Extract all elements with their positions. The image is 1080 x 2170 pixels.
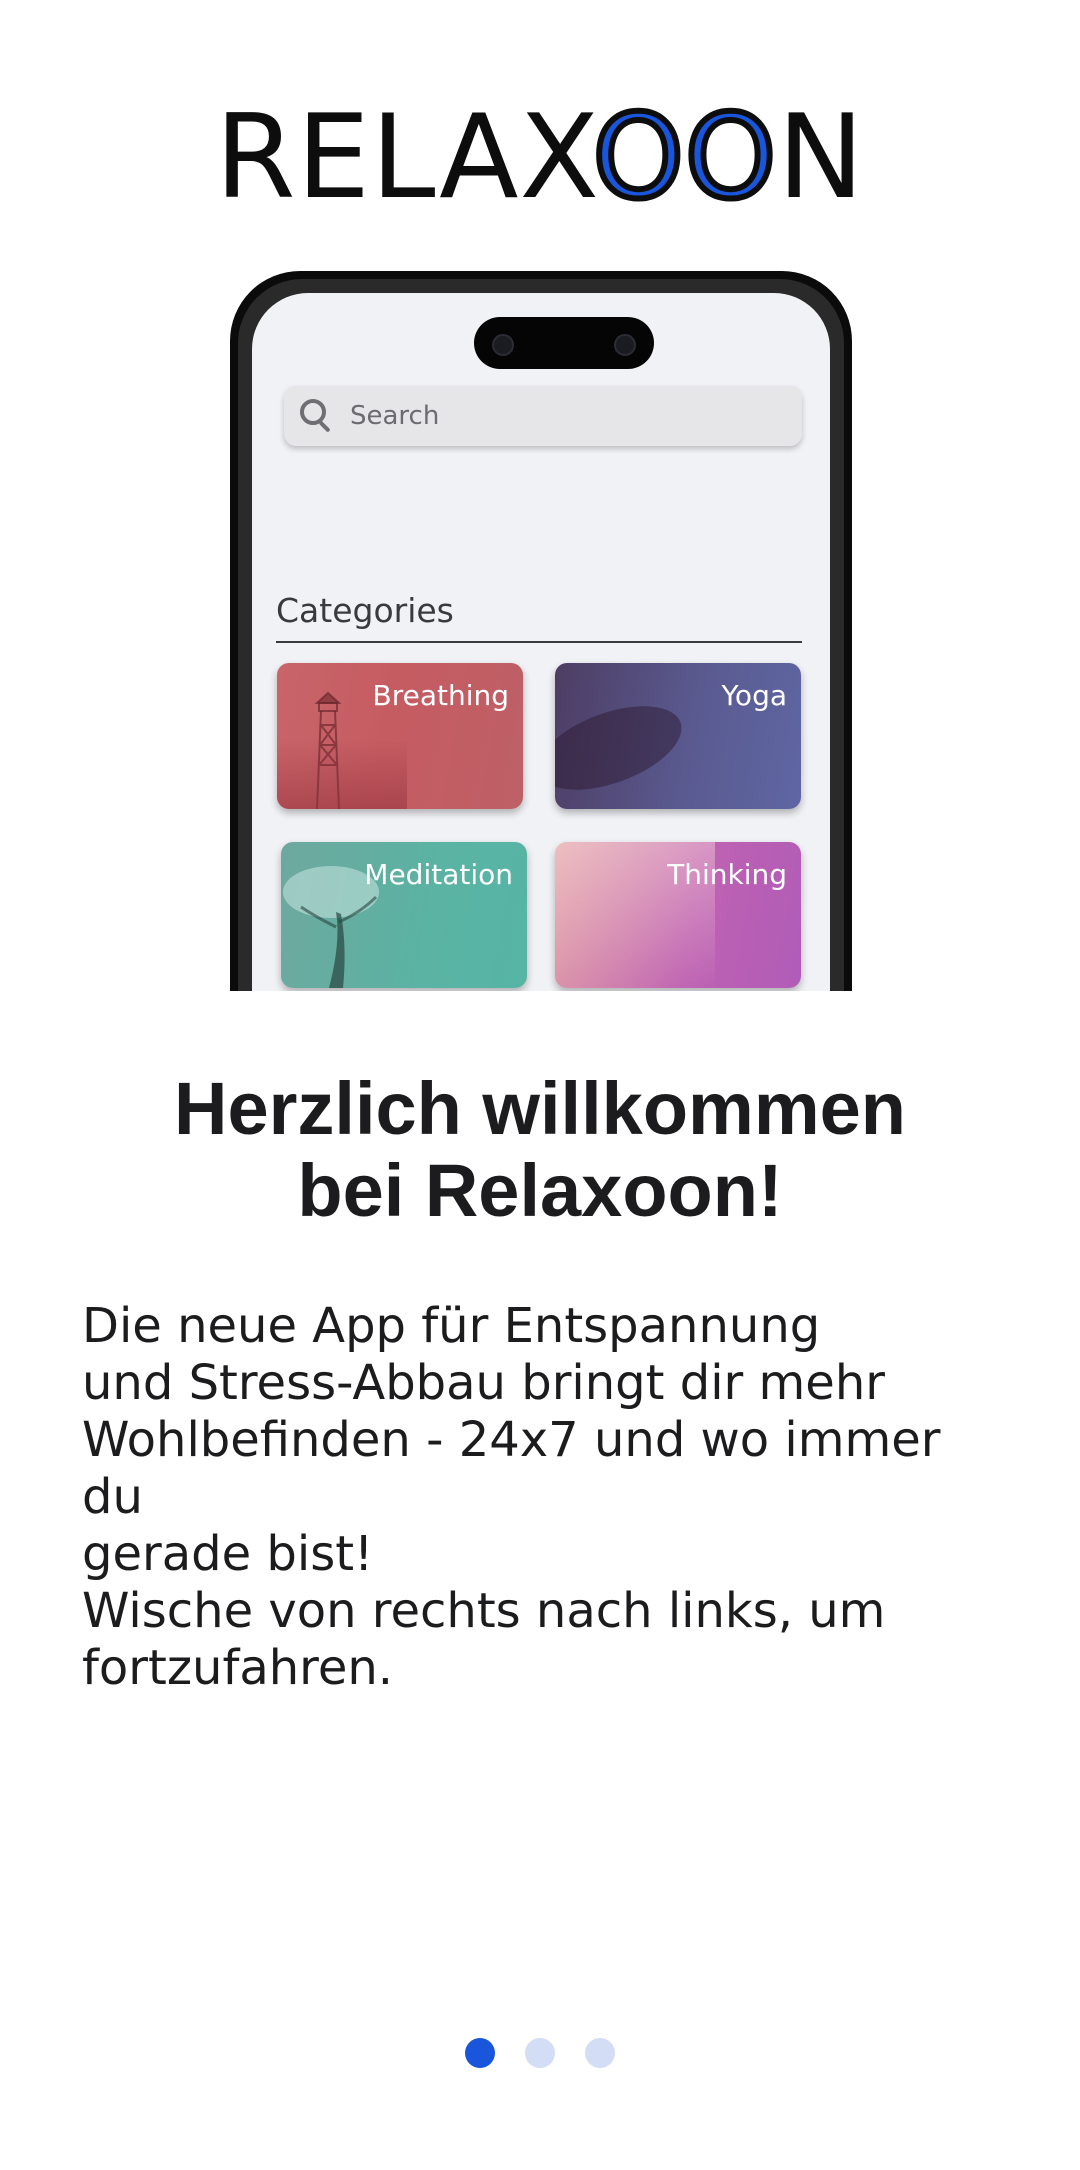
page-dot-3[interactable] — [585, 2038, 615, 2068]
mockup-card-label: Thinking — [667, 858, 787, 891]
intro-line: Wohlbefinden - 24x7 und wo immer du — [82, 1412, 941, 1525]
mockup-card-thinking: Thinking — [555, 842, 801, 988]
mockup-card-label: Breathing — [372, 679, 509, 712]
mockup-search-placeholder: Search — [350, 401, 440, 431]
intro-line: Die neue App für Entspannung — [82, 1298, 821, 1354]
camera-icon — [492, 334, 514, 356]
logo-o-second: O — [682, 90, 779, 225]
mockup-card-label: Meditation — [364, 858, 513, 891]
welcome-headline: Herzlich willkommen bei Relaxoon! — [0, 1068, 1080, 1232]
dynamic-island — [474, 317, 654, 369]
page-dot-2[interactable] — [525, 2038, 555, 2068]
mockup-divider — [276, 641, 802, 643]
headline-line-2: bei Relaxoon! — [297, 1149, 783, 1232]
logo-text-relax: RELAX — [215, 90, 593, 225]
violin-image — [555, 689, 693, 807]
mockup-search-bar: Search — [284, 386, 802, 446]
app-logo: RELAXOON — [0, 97, 1080, 219]
logo-text-n: N — [777, 90, 865, 225]
sensor-icon — [614, 334, 636, 356]
mockup-card-yoga: Yoga — [555, 663, 801, 809]
page-dot-1-active[interactable] — [465, 2038, 495, 2068]
mockup-categories-title: Categories — [276, 591, 454, 630]
mockup-card-breathing: Breathing — [277, 663, 523, 809]
headline-line-1: Herzlich willkommen — [174, 1067, 906, 1150]
phone-mockup: Search Categories Breathing Yoga Meditat… — [230, 271, 852, 991]
mockup-card-meditation: Meditation — [281, 842, 527, 988]
swipe-hint-paragraph: Wische von rechts nach links, um fortzuf… — [82, 1583, 1012, 1697]
intro-line: und Stress-Abbau bringt dir mehr — [82, 1355, 885, 1411]
swipe-hint-line: Wische von rechts nach links, um — [82, 1583, 886, 1639]
search-icon — [298, 397, 336, 435]
page-indicator — [0, 2038, 1080, 2068]
forest-silhouette — [277, 739, 407, 809]
swipe-hint-line: fortzufahren. — [82, 1640, 394, 1696]
logo-o-first: O — [590, 90, 687, 225]
mockup-card-label: Yoga — [721, 679, 787, 712]
intro-line: gerade bist! — [82, 1526, 374, 1582]
phone-screen: Search Categories Breathing Yoga Meditat… — [252, 293, 830, 991]
intro-paragraph: Die neue App für Entspannung und Stress-… — [82, 1298, 1012, 1583]
